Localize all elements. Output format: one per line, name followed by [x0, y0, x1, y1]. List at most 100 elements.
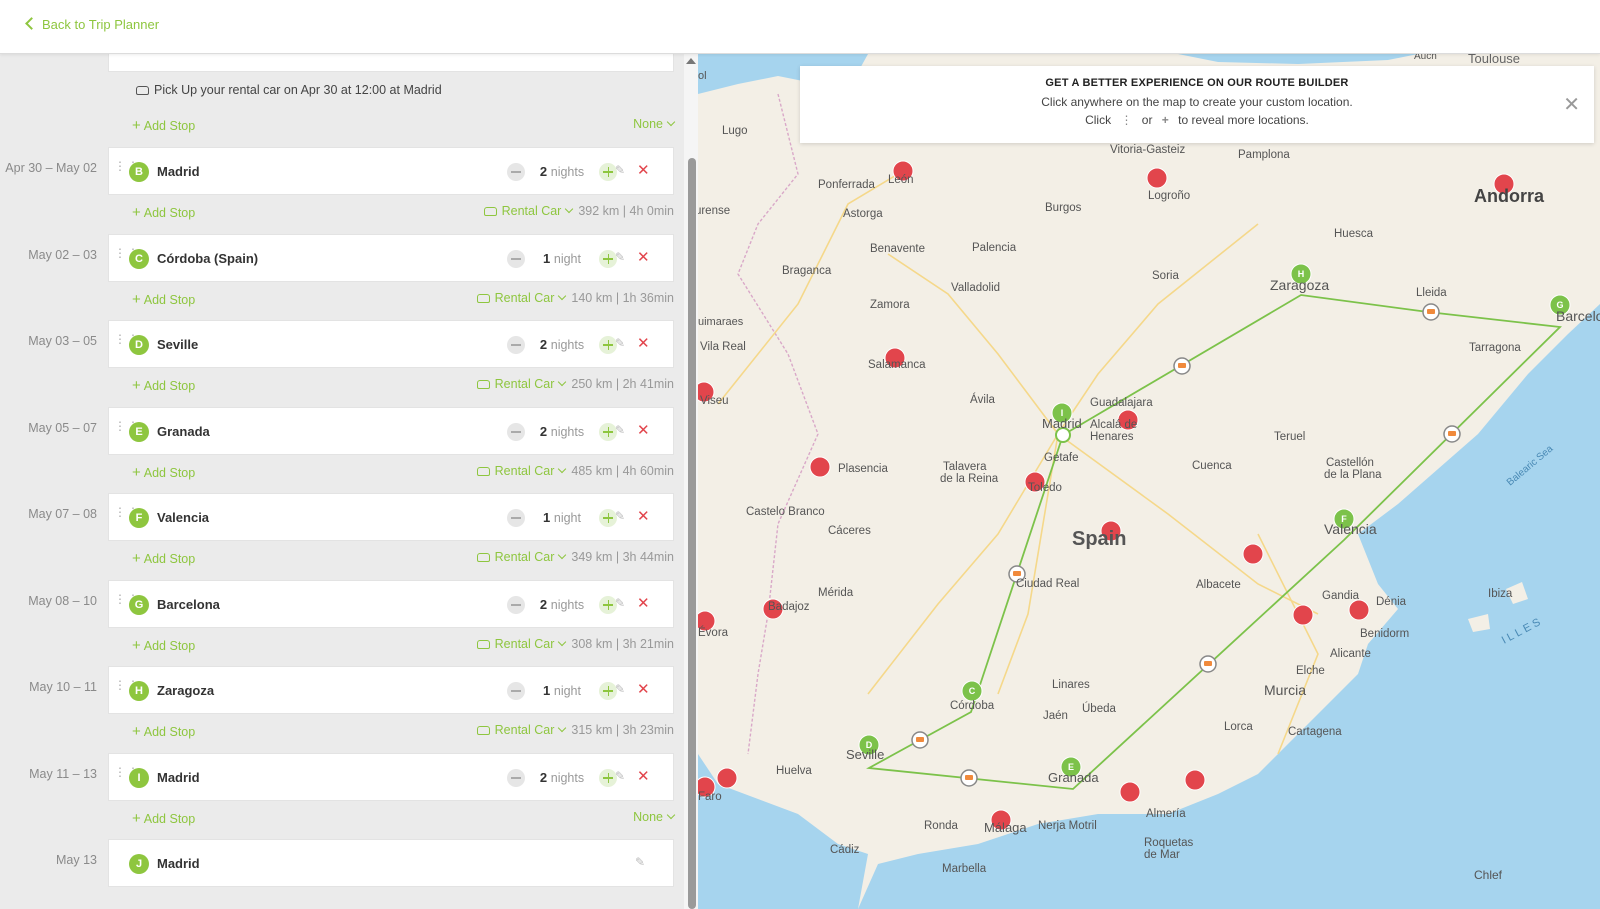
- edit-pencil-icon[interactable]: ✎: [615, 596, 625, 610]
- decrease-nights-button[interactable]: [507, 509, 525, 527]
- transport-select[interactable]: Rental Car 349 km | 3h 44min: [0, 550, 674, 564]
- svg-text:Albacete: Albacete: [1196, 579, 1241, 591]
- close-icon[interactable]: ✕: [1563, 92, 1580, 117]
- stop-letter-badge: F: [129, 508, 149, 528]
- drag-handle-icon[interactable]: ⋮⋮: [114, 679, 139, 697]
- stop-card[interactable]: ⋮⋮ H Zaragoza 1 night ✎ ✕: [108, 666, 674, 714]
- top-bar: Back to Trip Planner: [0, 0, 1600, 54]
- transport-select[interactable]: None: [0, 810, 676, 824]
- svg-text:Córdoba: Córdoba: [950, 700, 995, 712]
- svg-text:Astorga: Astorga: [843, 208, 883, 220]
- decrease-nights-button[interactable]: [507, 682, 525, 700]
- drag-handle-icon[interactable]: ⋮⋮: [114, 593, 139, 611]
- edit-pencil-icon[interactable]: ✎: [615, 423, 625, 437]
- svg-text:Ronda: Ronda: [924, 820, 958, 832]
- stop-city[interactable]: Madrid: [157, 770, 200, 785]
- drag-handle-icon[interactable]: ⋮⋮: [114, 766, 139, 784]
- svg-text:Viseu: Viseu: [700, 395, 729, 407]
- decrease-nights-button[interactable]: [507, 336, 525, 354]
- svg-text:Auch: Auch: [1414, 54, 1437, 62]
- svg-text:Salamanca: Salamanca: [868, 359, 926, 371]
- svg-text:Guadalajara: Guadalajara: [1090, 397, 1153, 409]
- stop-card[interactable]: ⋮⋮ B Madrid 2 nights ✎ ✕: [108, 147, 674, 195]
- stop-card[interactable]: ⋮⋮ D Seville 2 nights ✎ ✕: [108, 320, 674, 368]
- svg-text:Elche: Elche: [1296, 665, 1325, 677]
- remove-stop-icon[interactable]: ✕: [637, 507, 650, 525]
- drag-handle-icon[interactable]: ⋮⋮: [114, 420, 139, 438]
- decrease-nights-button[interactable]: [507, 596, 525, 614]
- stop-card[interactable]: ⋮⋮ C Córdoba (Spain) 1 night ✎ ✕: [108, 234, 674, 282]
- edit-pencil-icon[interactable]: ✎: [635, 855, 645, 869]
- stop-city[interactable]: Madrid: [157, 164, 200, 179]
- svg-text:Almería: Almería: [1146, 808, 1186, 820]
- car-icon: [476, 553, 490, 562]
- svg-text:Dénia: Dénia: [1376, 596, 1407, 608]
- edit-pencil-icon[interactable]: ✎: [615, 250, 625, 264]
- drag-handle-icon[interactable]: ⋮⋮: [114, 160, 139, 178]
- edit-pencil-icon[interactable]: ✎: [615, 682, 625, 696]
- decrease-nights-button[interactable]: [507, 423, 525, 441]
- stop-city[interactable]: Zaragoza: [157, 683, 214, 698]
- stop-card[interactable]: ⋮⋮ F Valencia 1 night ✎ ✕: [108, 493, 674, 541]
- stop-card[interactable]: ⋮⋮ I Madrid 2 nights ✎ ✕: [108, 753, 674, 801]
- drag-handle-icon[interactable]: ⋮⋮: [114, 333, 139, 351]
- stop-city[interactable]: Seville: [157, 337, 198, 352]
- remove-stop-icon[interactable]: ✕: [637, 680, 650, 698]
- stop-dates: May 05 – 07: [28, 421, 97, 435]
- back-label: Back to Trip Planner: [42, 17, 160, 32]
- nights-count: 2 nights: [539, 337, 585, 352]
- edit-pencil-icon[interactable]: ✎: [615, 163, 625, 177]
- remove-stop-icon[interactable]: ✕: [637, 767, 650, 785]
- stop-dates: May 03 – 05: [28, 334, 97, 348]
- transport-select[interactable]: Rental Car 392 km | 4h 0min: [0, 204, 674, 218]
- svg-text:Lorca: Lorca: [1224, 721, 1253, 733]
- remove-stop-icon[interactable]: ✕: [637, 161, 650, 179]
- origin-card: [108, 54, 674, 72]
- stop-city[interactable]: Granada: [157, 424, 210, 439]
- svg-text:Lleida: Lleida: [1416, 287, 1447, 299]
- stop-letter-badge: B: [129, 162, 149, 182]
- decrease-nights-button[interactable]: [507, 163, 525, 181]
- transport-select[interactable]: Rental Car 140 km | 1h 36min: [0, 291, 674, 305]
- car-icon: [136, 86, 149, 95]
- scroll-up-arrow-icon[interactable]: [686, 58, 696, 64]
- svg-text:Évora: Évora: [698, 626, 729, 639]
- scrollbar-thumb[interactable]: [688, 158, 696, 909]
- drag-handle-icon[interactable]: ⋮⋮: [114, 506, 139, 524]
- stop-city[interactable]: Barcelona: [157, 597, 220, 612]
- transport-select[interactable]: Rental Car 485 km | 4h 60min: [0, 464, 674, 478]
- final-stop-card[interactable]: J Madrid ✎: [108, 839, 674, 887]
- remove-stop-icon[interactable]: ✕: [637, 248, 650, 266]
- svg-text:Chlef: Chlef: [1474, 868, 1503, 882]
- car-icon: [476, 380, 490, 389]
- svg-text:Vila Real: Vila Real: [700, 341, 746, 353]
- svg-text:Valencia: Valencia: [1324, 521, 1377, 537]
- stop-city[interactable]: Córdoba (Spain): [157, 251, 258, 266]
- chevron-down-icon: [558, 291, 567, 301]
- transport-select[interactable]: Rental Car 315 km | 3h 23min: [0, 723, 674, 737]
- stop-city[interactable]: Valencia: [157, 510, 209, 525]
- edit-pencil-icon[interactable]: ✎: [615, 509, 625, 523]
- svg-text:Ourense: Ourense: [698, 205, 730, 217]
- stop-letter-badge: E: [129, 422, 149, 442]
- edit-pencil-icon[interactable]: ✎: [615, 769, 625, 783]
- svg-text:Pamplona: Pamplona: [1238, 149, 1290, 161]
- transport-select[interactable]: Rental Car 250 km | 2h 41min: [0, 377, 674, 391]
- remove-stop-icon[interactable]: ✕: [637, 334, 650, 352]
- transport-select[interactable]: None: [0, 117, 676, 131]
- route-map[interactable]: IHGF CDE Auch Toulouse ol Lugo Vitoria-G…: [698, 54, 1600, 909]
- nights-count: 1 night: [543, 510, 581, 525]
- drag-handle-icon[interactable]: ⋮⋮: [114, 247, 139, 265]
- remove-stop-icon[interactable]: ✕: [637, 594, 650, 612]
- transport-select[interactable]: Rental Car 308 km | 3h 21min: [0, 637, 674, 651]
- pins-icon: ⋮: [1120, 113, 1133, 127]
- stop-letter-badge: I: [129, 768, 149, 788]
- car-icon: [476, 640, 490, 649]
- stop-card[interactable]: ⋮⋮ E Granada 2 nights ✎ ✕: [108, 407, 674, 455]
- decrease-nights-button[interactable]: [507, 769, 525, 787]
- back-to-trip-planner-link[interactable]: Back to Trip Planner: [25, 17, 160, 32]
- stop-card[interactable]: ⋮⋮ G Barcelona 2 nights ✎ ✕: [108, 580, 674, 628]
- decrease-nights-button[interactable]: [507, 250, 525, 268]
- remove-stop-icon[interactable]: ✕: [637, 421, 650, 439]
- edit-pencil-icon[interactable]: ✎: [615, 336, 625, 350]
